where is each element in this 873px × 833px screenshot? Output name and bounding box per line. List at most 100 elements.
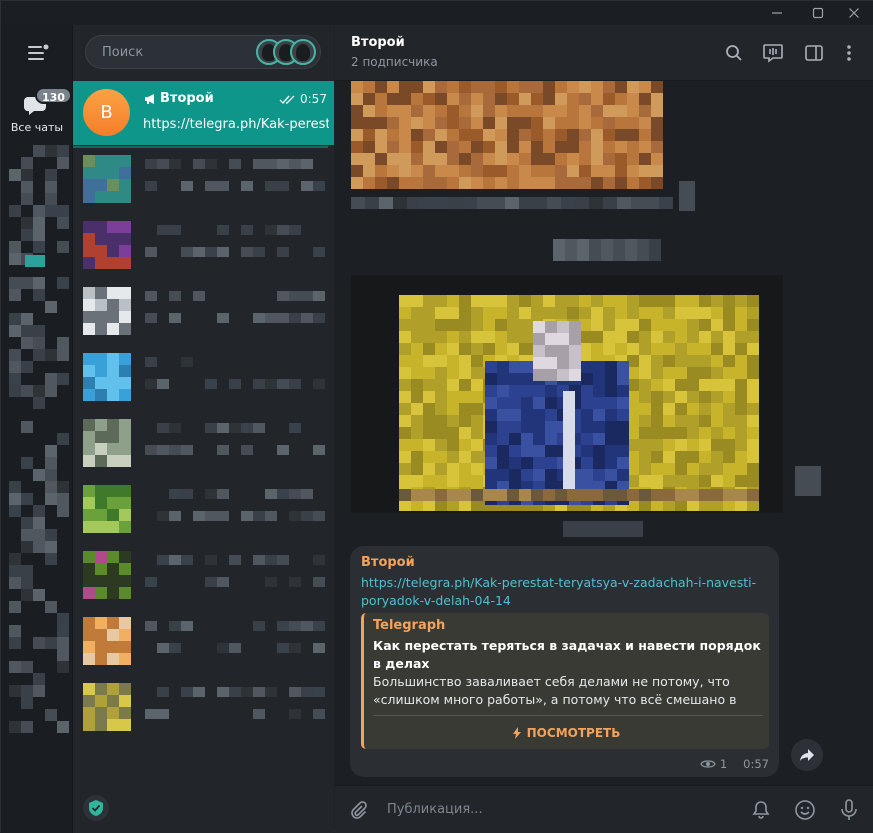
pixel-block — [675, 307, 687, 319]
pixel-block — [95, 233, 107, 245]
pixel-block — [651, 141, 663, 153]
pixel-block — [277, 445, 289, 455]
minimize-button[interactable] — [761, 1, 793, 25]
pixel-block — [399, 331, 411, 343]
pixel-block — [603, 489, 615, 501]
pixel-block — [351, 129, 363, 141]
pixel-block — [145, 621, 157, 631]
pixel-block — [107, 707, 119, 719]
livestream-button[interactable] — [761, 41, 785, 65]
more-button[interactable] — [837, 41, 861, 65]
pixel-block — [651, 379, 663, 391]
pixel-block — [639, 81, 651, 93]
pixel-block — [507, 117, 519, 129]
pixel-block — [521, 409, 533, 421]
pixel-block — [471, 331, 483, 343]
pixel-block — [423, 379, 435, 391]
pixel-block — [157, 709, 169, 719]
pixel-block — [555, 93, 567, 105]
pixel-block — [485, 433, 497, 445]
chat-header[interactable]: Второй 2 подписчика — [335, 25, 873, 81]
message-bubble[interactable]: Второй https://telegra.ph/Kak-perestat-t… — [350, 546, 779, 777]
pixel-block — [555, 177, 567, 189]
pixel-block — [169, 423, 181, 433]
pixel-block — [603, 117, 615, 129]
pixel-block — [363, 93, 375, 105]
pixel-block — [107, 245, 119, 257]
pixel-block — [543, 153, 555, 165]
pixel-block — [399, 93, 411, 105]
pixel-block — [591, 93, 603, 105]
pixel-block — [711, 475, 723, 487]
pixel-block — [205, 247, 217, 257]
pixel-block — [447, 295, 459, 307]
stories-strip[interactable] — [256, 39, 316, 65]
sidebar-icon — [805, 45, 823, 61]
pixel-block — [615, 105, 627, 117]
main-menu-button[interactable] — [25, 43, 49, 63]
story-avatar[interactable] — [290, 39, 316, 65]
silent-toggle-button[interactable] — [749, 798, 773, 822]
instant-view-button[interactable]: ПОСМОТРЕТЬ — [364, 718, 769, 748]
minimize-icon — [772, 12, 782, 14]
pixel-block — [301, 621, 313, 631]
pixel-block — [521, 385, 533, 397]
pixel-block — [747, 379, 759, 391]
pixel-block — [217, 445, 229, 455]
message-input[interactable]: Публикация... — [387, 802, 483, 817]
pixel-block — [639, 451, 651, 463]
pixel-block — [519, 343, 531, 355]
pixel-block — [21, 421, 33, 433]
pixel-block — [435, 475, 447, 487]
pixel-block — [627, 117, 639, 129]
pixel-block — [145, 379, 157, 389]
link-preview[interactable]: Telegraph Как перестать теряться в задач… — [361, 613, 769, 749]
message-author[interactable]: Второй — [361, 555, 415, 570]
pixel-block — [591, 117, 603, 129]
pixel-block — [83, 719, 95, 731]
pixel-block — [459, 117, 471, 129]
search-input[interactable]: Поиск — [85, 35, 321, 69]
maximize-button[interactable] — [802, 1, 834, 25]
pixel-block — [605, 445, 617, 457]
pixel-block — [447, 165, 459, 177]
pixel-block — [449, 197, 463, 209]
pixel-block — [301, 687, 313, 697]
pixel-block — [107, 353, 119, 365]
pixel-block — [563, 415, 575, 427]
chat-item-active[interactable]: В Второй 0:57 https://telegra.ph/Kak-per… — [73, 81, 334, 145]
message-history[interactable]: Второй https://telegra.ph/Kak-perestat-t… — [335, 81, 873, 784]
search-button[interactable] — [722, 41, 746, 65]
message-link[interactable]: https://telegra.ph/Kak-perestat-teryatsy… — [361, 574, 761, 610]
folder-all-chats[interactable]: 130 Все чаты — [1, 85, 72, 141]
toggle-sidebar-button[interactable] — [802, 41, 826, 65]
pixel-block — [45, 193, 57, 205]
pixel-block — [313, 555, 325, 565]
forward-button[interactable] — [791, 739, 823, 771]
pixel-block — [659, 197, 673, 209]
pixel-block — [95, 695, 107, 707]
proxy-button[interactable] — [83, 795, 109, 821]
page-title: Второй — [351, 35, 405, 50]
pixel-block — [33, 145, 45, 157]
emoji-icon — [795, 800, 815, 820]
pixel-block — [519, 489, 531, 501]
pixel-block — [459, 93, 471, 105]
pixel-block — [735, 427, 747, 439]
pixel-block — [567, 117, 579, 129]
close-button[interactable] — [838, 1, 870, 25]
emoji-button[interactable] — [793, 798, 817, 822]
pixel-block — [205, 159, 217, 169]
pixel-block — [363, 117, 375, 129]
pixel-block — [519, 165, 531, 177]
pixel-block — [543, 489, 555, 501]
pixel-block — [497, 361, 509, 373]
pixel-block — [605, 397, 617, 409]
attach-button[interactable] — [346, 798, 370, 822]
voice-record-button[interactable] — [837, 798, 861, 822]
pixel-block — [447, 177, 459, 189]
pixel-block — [107, 563, 119, 575]
pixel-block — [95, 455, 107, 467]
pixel-block — [107, 377, 119, 389]
pixel-block — [447, 307, 459, 319]
